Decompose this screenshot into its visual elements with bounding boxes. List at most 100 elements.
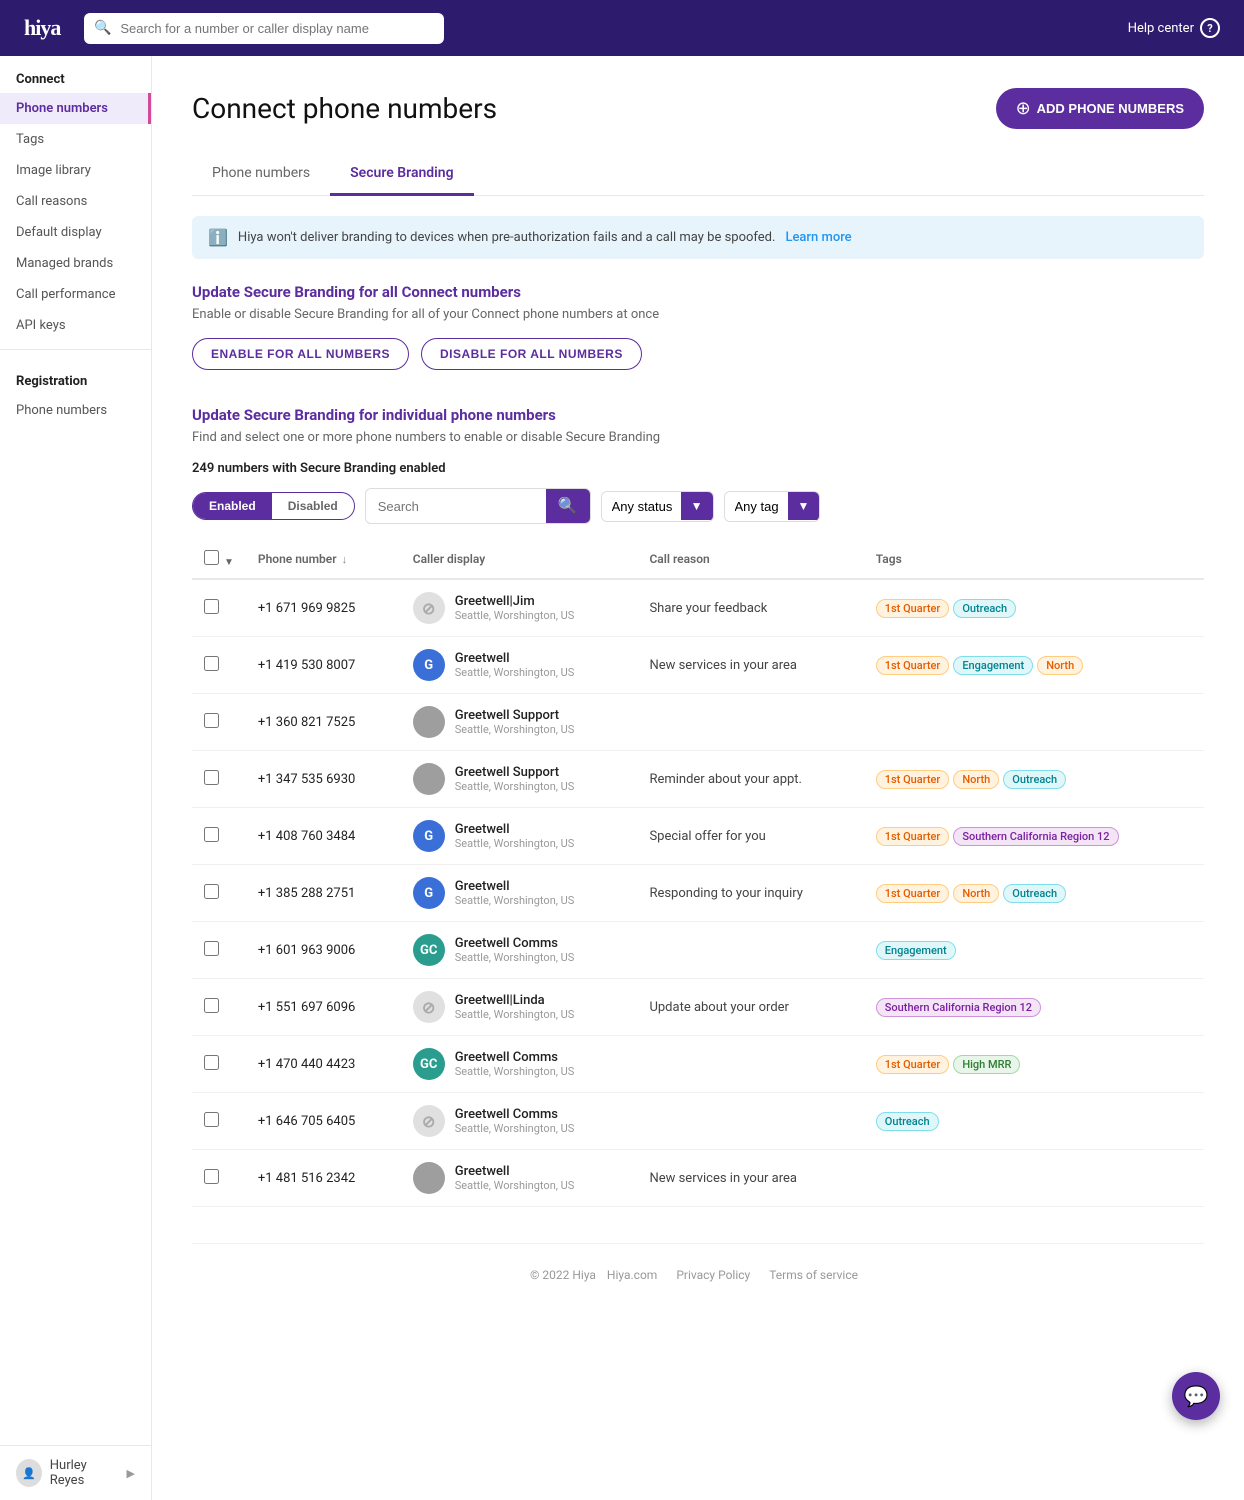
row-checkbox[interactable] xyxy=(204,1169,219,1184)
caller-display-cell: ⊘ Greetwell|Linda Seattle, Worshington, … xyxy=(401,979,638,1036)
help-center-label: Help center xyxy=(1128,21,1194,36)
sort-toggle-icon[interactable]: ▼ xyxy=(224,557,234,568)
sidebar-registration-phone-label: Phone numbers xyxy=(16,403,107,418)
chat-fab-button[interactable]: 💬 xyxy=(1172,1372,1220,1420)
enabled-toggle-btn[interactable]: Enabled xyxy=(193,493,272,519)
sidebar-footer[interactable]: 👤 Hurley Reyes ▶ xyxy=(0,1445,151,1500)
phone-number: +1 360 821 7525 xyxy=(258,715,355,730)
phone-number-cell: +1 601 963 9006 xyxy=(246,922,401,979)
sidebar-item-api-keys[interactable]: API keys xyxy=(0,310,151,341)
caller-display-cell: Greetwell Support Seattle, Worshington, … xyxy=(401,751,638,808)
caller-display: ⊘ Greetwell|Linda Seattle, Worshington, … xyxy=(413,991,626,1023)
caller-name: Greetwell xyxy=(455,822,575,837)
tag-badge: Outreach xyxy=(953,599,1016,618)
tag-badge: 1st Quarter xyxy=(876,1055,950,1074)
row-checkbox-cell xyxy=(192,751,246,808)
tab-phone-numbers[interactable]: Phone numbers xyxy=(192,153,330,196)
call-reason: Responding to your inquiry xyxy=(649,886,802,901)
phone-number: +1 408 760 3484 xyxy=(258,829,355,844)
tag-dropdown-arrow[interactable]: ▼ xyxy=(788,492,820,520)
caller-info: Greetwell Seattle, Worshington, US xyxy=(455,1164,575,1192)
tags-cell xyxy=(864,1150,1204,1207)
phone-number-cell: +1 646 705 6405 xyxy=(246,1093,401,1150)
learn-more-link[interactable]: Learn more xyxy=(785,230,851,245)
status-select[interactable]: Any status xyxy=(602,492,681,521)
sidebar-item-call-reasons[interactable]: Call reasons xyxy=(0,186,151,217)
phone-number: +1 419 530 8007 xyxy=(258,658,355,673)
caller-avatar xyxy=(413,1162,445,1194)
disable-all-button[interactable]: DISABLE FOR ALL NUMBERS xyxy=(421,338,642,370)
help-circle-icon: ? xyxy=(1200,18,1220,38)
tag-select[interactable]: Any tag xyxy=(725,492,788,521)
sidebar-item-call-performance[interactable]: Call performance xyxy=(0,279,151,310)
row-checkbox[interactable] xyxy=(204,599,219,614)
sidebar-item-phone-numbers[interactable]: Phone numbers xyxy=(0,93,151,124)
row-checkbox[interactable] xyxy=(204,884,219,899)
tag-badge: Outreach xyxy=(1003,770,1066,789)
row-checkbox[interactable] xyxy=(204,770,219,785)
search-input[interactable] xyxy=(84,13,444,44)
row-checkbox-cell xyxy=(192,694,246,751)
caller-location: Seattle, Worshington, US xyxy=(455,894,575,907)
sort-phone-icon[interactable]: ↓ xyxy=(342,553,348,566)
row-checkbox[interactable] xyxy=(204,998,219,1013)
call-reason-cell: Reminder about your appt. xyxy=(637,751,863,808)
footer-hiya-link[interactable]: Hiya.com xyxy=(607,1268,657,1282)
sidebar-registration-title: Registration xyxy=(0,358,151,395)
caller-display: G Greetwell Seattle, Worshington, US xyxy=(413,877,626,909)
footer-terms-link[interactable]: Terms of service xyxy=(769,1268,858,1282)
search-icon: 🔍 xyxy=(94,20,111,36)
sidebar-item-registration-phone[interactable]: Phone numbers xyxy=(0,395,151,426)
caller-name: Greetwell xyxy=(455,1164,575,1179)
avatar: 👤 xyxy=(16,1459,42,1487)
call-reason-cell xyxy=(637,694,863,751)
table-search-button[interactable]: 🔍 xyxy=(546,489,590,523)
table-search-input[interactable] xyxy=(366,492,546,521)
row-checkbox[interactable] xyxy=(204,827,219,842)
caller-display: GC Greetwell Comms Seattle, Worshington,… xyxy=(413,1048,626,1080)
row-checkbox[interactable] xyxy=(204,713,219,728)
row-checkbox[interactable] xyxy=(204,1055,219,1070)
tags-cell: 1st QuarterHigh MRR xyxy=(864,1036,1204,1093)
select-all-checkbox[interactable] xyxy=(204,550,219,565)
phone-numbers-table: ▼ Phone number ↓ Caller display Call rea… xyxy=(192,540,1204,1207)
help-center[interactable]: Help center ? xyxy=(1128,18,1220,38)
footer-privacy-link[interactable]: Privacy Policy xyxy=(676,1268,750,1282)
table-row: +1 385 288 2751 G Greetwell Seattle, Wor… xyxy=(192,865,1204,922)
row-checkbox[interactable] xyxy=(204,941,219,956)
tags-cell: Engagement xyxy=(864,922,1204,979)
chevron-right-icon: ▶ xyxy=(127,1467,135,1480)
caller-avatar xyxy=(413,763,445,795)
tags-cell: Outreach xyxy=(864,1093,1204,1150)
status-dropdown-arrow[interactable]: ▼ xyxy=(681,492,713,520)
enable-all-button[interactable]: ENABLE FOR ALL NUMBERS xyxy=(192,338,409,370)
all-numbers-btn-group: ENABLE FOR ALL NUMBERS DISABLE FOR ALL N… xyxy=(192,338,1204,370)
add-phone-numbers-button[interactable]: ⊕ ADD PHONE NUMBERS xyxy=(996,88,1204,129)
sidebar-item-default-display[interactable]: Default display xyxy=(0,217,151,248)
row-checkbox-cell xyxy=(192,922,246,979)
tags-container: 1st QuarterSouthern California Region 12 xyxy=(876,827,1192,846)
caller-name: Greetwell xyxy=(455,651,575,666)
page-footer: © 2022 Hiya Hiya.com Privacy Policy Term… xyxy=(192,1243,1204,1306)
phone-number: +1 646 705 6405 xyxy=(258,1114,355,1129)
table-row: +1 671 969 9825 ⊘ Greetwell|Jim Seattle,… xyxy=(192,579,1204,637)
row-checkbox[interactable] xyxy=(204,656,219,671)
tag-badge: Southern California Region 12 xyxy=(953,827,1118,846)
call-reason: Share your feedback xyxy=(649,601,767,616)
tag-badge: North xyxy=(953,884,999,903)
call-reason-cell xyxy=(637,1036,863,1093)
tab-secure-branding[interactable]: Secure Branding xyxy=(330,153,473,196)
individual-desc: Find and select one or more phone number… xyxy=(192,430,1204,445)
disabled-toggle-btn[interactable]: Disabled xyxy=(272,493,354,519)
sidebar-item-image-library[interactable]: Image library xyxy=(0,155,151,186)
caller-info: Greetwell Seattle, Worshington, US xyxy=(455,651,575,679)
col-tags: Tags xyxy=(864,540,1204,579)
caller-location: Seattle, Worshington, US xyxy=(455,837,575,850)
sidebar-item-managed-brands[interactable]: Managed brands xyxy=(0,248,151,279)
table-row: +1 408 760 3484 G Greetwell Seattle, Wor… xyxy=(192,808,1204,865)
tags-container: 1st QuarterHigh MRR xyxy=(876,1055,1192,1074)
table-row: +1 551 697 6096 ⊘ Greetwell|Linda Seattl… xyxy=(192,979,1204,1036)
row-checkbox[interactable] xyxy=(204,1112,219,1127)
top-bar: hiya 🔍 Help center ? xyxy=(0,0,1244,56)
sidebar-item-tags[interactable]: Tags xyxy=(0,124,151,155)
